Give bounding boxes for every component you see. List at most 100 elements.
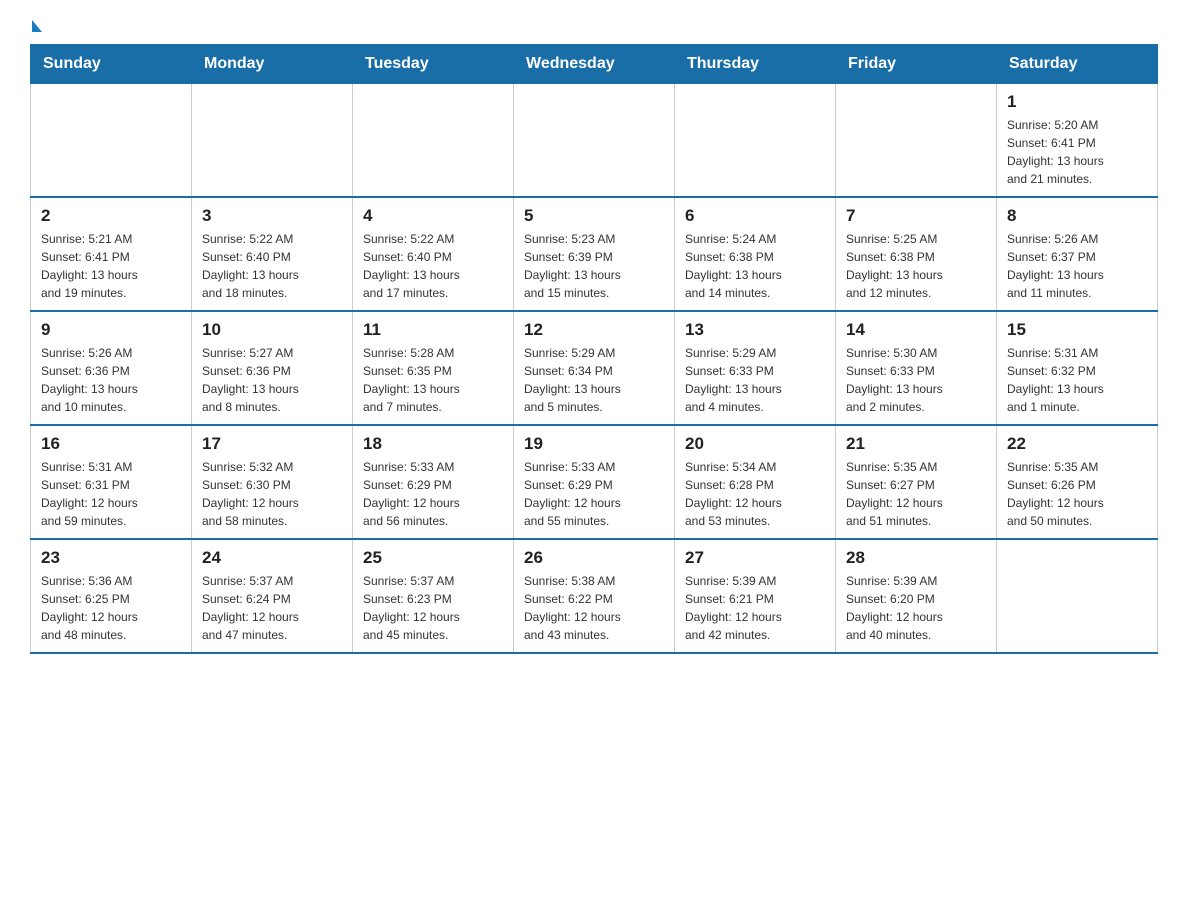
day-info: Sunrise: 5:26 AM Sunset: 6:37 PM Dayligh… <box>1007 230 1147 302</box>
day-info: Sunrise: 5:35 AM Sunset: 6:27 PM Dayligh… <box>846 458 986 530</box>
calendar-cell: 10 Sunrise: 5:27 AM Sunset: 6:36 PM Dayli… <box>192 311 353 425</box>
day-info: Sunrise: 5:35 AM Sunset: 6:26 PM Dayligh… <box>1007 458 1147 530</box>
weekday-header-row: SundayMondayTuesdayWednesdayThursdayFrid… <box>31 45 1158 84</box>
day-info: Sunrise: 5:37 AM Sunset: 6:23 PM Dayligh… <box>363 572 503 644</box>
day-info: Sunrise: 5:22 AM Sunset: 6:40 PM Dayligh… <box>202 230 342 302</box>
day-number: 23 <box>41 548 181 568</box>
weekday-header-wednesday: Wednesday <box>514 45 675 84</box>
calendar-cell: 21 Sunrise: 5:35 AM Sunset: 6:27 PM Dayli… <box>836 425 997 539</box>
day-number: 21 <box>846 434 986 454</box>
calendar-cell <box>514 84 675 198</box>
day-info: Sunrise: 5:33 AM Sunset: 6:29 PM Dayligh… <box>524 458 664 530</box>
calendar-week-row: 1 Sunrise: 5:20 AM Sunset: 6:41 PM Daylig… <box>31 84 1158 198</box>
page-header <box>30 20 1158 34</box>
calendar-cell: 9 Sunrise: 5:26 AM Sunset: 6:36 PM Daylig… <box>31 311 192 425</box>
day-number: 5 <box>524 206 664 226</box>
day-number: 10 <box>202 320 342 340</box>
day-number: 26 <box>524 548 664 568</box>
day-info: Sunrise: 5:21 AM Sunset: 6:41 PM Dayligh… <box>41 230 181 302</box>
day-info: Sunrise: 5:24 AM Sunset: 6:38 PM Dayligh… <box>685 230 825 302</box>
day-number: 3 <box>202 206 342 226</box>
calendar-cell: 4Sunrise: 5:22 AM Sunset: 6:40 PM Daylig… <box>353 197 514 311</box>
day-info: Sunrise: 5:39 AM Sunset: 6:20 PM Dayligh… <box>846 572 986 644</box>
calendar-body: 1 Sunrise: 5:20 AM Sunset: 6:41 PM Daylig… <box>31 84 1158 654</box>
calendar-week-row: 23 Sunrise: 5:36 AM Sunset: 6:25 PM Dayli… <box>31 539 1158 653</box>
day-info: Sunrise: 5:28 AM Sunset: 6:35 PM Dayligh… <box>363 344 503 416</box>
day-info: Sunrise: 5:39 AM Sunset: 6:21 PM Dayligh… <box>685 572 825 644</box>
calendar-cell: 5Sunrise: 5:23 AM Sunset: 6:39 PM Daylig… <box>514 197 675 311</box>
day-info: Sunrise: 5:30 AM Sunset: 6:33 PM Dayligh… <box>846 344 986 416</box>
day-info: Sunrise: 5:27 AM Sunset: 6:36 PM Dayligh… <box>202 344 342 416</box>
weekday-header-thursday: Thursday <box>675 45 836 84</box>
calendar-cell: 11 Sunrise: 5:28 AM Sunset: 6:35 PM Dayli… <box>353 311 514 425</box>
day-info: Sunrise: 5:36 AM Sunset: 6:25 PM Dayligh… <box>41 572 181 644</box>
day-number: 22 <box>1007 434 1147 454</box>
day-number: 20 <box>685 434 825 454</box>
calendar-week-row: 2 Sunrise: 5:21 AM Sunset: 6:41 PM Daylig… <box>31 197 1158 311</box>
calendar-cell: 17 Sunrise: 5:32 AM Sunset: 6:30 PM Dayli… <box>192 425 353 539</box>
day-info: Sunrise: 5:31 AM Sunset: 6:32 PM Dayligh… <box>1007 344 1147 416</box>
day-info: Sunrise: 5:37 AM Sunset: 6:24 PM Dayligh… <box>202 572 342 644</box>
calendar-cell: 3 Sunrise: 5:22 AM Sunset: 6:40 PM Daylig… <box>192 197 353 311</box>
day-number: 16 <box>41 434 181 454</box>
day-number: 9 <box>41 320 181 340</box>
calendar-cell: 22 Sunrise: 5:35 AM Sunset: 6:26 PM Dayli… <box>997 425 1158 539</box>
day-info: Sunrise: 5:34 AM Sunset: 6:28 PM Dayligh… <box>685 458 825 530</box>
day-number: 15 <box>1007 320 1147 340</box>
logo <box>30 20 42 34</box>
day-info: Sunrise: 5:38 AM Sunset: 6:22 PM Dayligh… <box>524 572 664 644</box>
day-number: 8 <box>1007 206 1147 226</box>
day-info: Sunrise: 5:29 AM Sunset: 6:34 PM Dayligh… <box>524 344 664 416</box>
calendar-cell: 14 Sunrise: 5:30 AM Sunset: 6:33 PM Dayli… <box>836 311 997 425</box>
calendar-cell: 12 Sunrise: 5:29 AM Sunset: 6:34 PM Dayli… <box>514 311 675 425</box>
calendar-cell <box>192 84 353 198</box>
day-info: Sunrise: 5:20 AM Sunset: 6:41 PM Dayligh… <box>1007 116 1147 188</box>
calendar-cell <box>675 84 836 198</box>
calendar-cell: 26 Sunrise: 5:38 AM Sunset: 6:22 PM Dayli… <box>514 539 675 653</box>
day-info: Sunrise: 5:26 AM Sunset: 6:36 PM Dayligh… <box>41 344 181 416</box>
day-number: 11 <box>363 320 503 340</box>
day-number: 1 <box>1007 92 1147 112</box>
day-info: Sunrise: 5:22 AM Sunset: 6:40 PM Dayligh… <box>363 230 503 302</box>
calendar-cell: 25 Sunrise: 5:37 AM Sunset: 6:23 PM Dayli… <box>353 539 514 653</box>
weekday-header-monday: Monday <box>192 45 353 84</box>
calendar-cell: 24 Sunrise: 5:37 AM Sunset: 6:24 PM Dayli… <box>192 539 353 653</box>
day-number: 2 <box>41 206 181 226</box>
day-number: 17 <box>202 434 342 454</box>
day-number: 25 <box>363 548 503 568</box>
weekday-header-saturday: Saturday <box>997 45 1158 84</box>
calendar-cell: 18 Sunrise: 5:33 AM Sunset: 6:29 PM Dayli… <box>353 425 514 539</box>
calendar-table: SundayMondayTuesdayWednesdayThursdayFrid… <box>30 44 1158 654</box>
day-info: Sunrise: 5:25 AM Sunset: 6:38 PM Dayligh… <box>846 230 986 302</box>
calendar-cell: 1 Sunrise: 5:20 AM Sunset: 6:41 PM Daylig… <box>997 84 1158 198</box>
day-number: 14 <box>846 320 986 340</box>
day-info: Sunrise: 5:32 AM Sunset: 6:30 PM Dayligh… <box>202 458 342 530</box>
calendar-cell: 28 Sunrise: 5:39 AM Sunset: 6:20 PM Dayli… <box>836 539 997 653</box>
calendar-week-row: 9 Sunrise: 5:26 AM Sunset: 6:36 PM Daylig… <box>31 311 1158 425</box>
logo-triangle-icon <box>32 20 42 32</box>
day-info: Sunrise: 5:33 AM Sunset: 6:29 PM Dayligh… <box>363 458 503 530</box>
weekday-header-tuesday: Tuesday <box>353 45 514 84</box>
day-info: Sunrise: 5:29 AM Sunset: 6:33 PM Dayligh… <box>685 344 825 416</box>
day-number: 18 <box>363 434 503 454</box>
day-number: 13 <box>685 320 825 340</box>
day-number: 28 <box>846 548 986 568</box>
calendar-cell: 15 Sunrise: 5:31 AM Sunset: 6:32 PM Dayli… <box>997 311 1158 425</box>
day-number: 7 <box>846 206 986 226</box>
calendar-cell <box>836 84 997 198</box>
day-number: 24 <box>202 548 342 568</box>
calendar-cell: 16 Sunrise: 5:31 AM Sunset: 6:31 PM Dayli… <box>31 425 192 539</box>
day-info: Sunrise: 5:31 AM Sunset: 6:31 PM Dayligh… <box>41 458 181 530</box>
calendar-cell <box>353 84 514 198</box>
day-number: 6 <box>685 206 825 226</box>
calendar-cell <box>31 84 192 198</box>
day-number: 12 <box>524 320 664 340</box>
calendar-cell: 23 Sunrise: 5:36 AM Sunset: 6:25 PM Dayli… <box>31 539 192 653</box>
calendar-cell: 27 Sunrise: 5:39 AM Sunset: 6:21 PM Dayli… <box>675 539 836 653</box>
day-number: 27 <box>685 548 825 568</box>
calendar-cell: 8 Sunrise: 5:26 AM Sunset: 6:37 PM Daylig… <box>997 197 1158 311</box>
calendar-cell: 19Sunrise: 5:33 AM Sunset: 6:29 PM Dayli… <box>514 425 675 539</box>
calendar-cell: 13 Sunrise: 5:29 AM Sunset: 6:33 PM Dayli… <box>675 311 836 425</box>
calendar-header: SundayMondayTuesdayWednesdayThursdayFrid… <box>31 45 1158 84</box>
calendar-cell: 7 Sunrise: 5:25 AM Sunset: 6:38 PM Daylig… <box>836 197 997 311</box>
